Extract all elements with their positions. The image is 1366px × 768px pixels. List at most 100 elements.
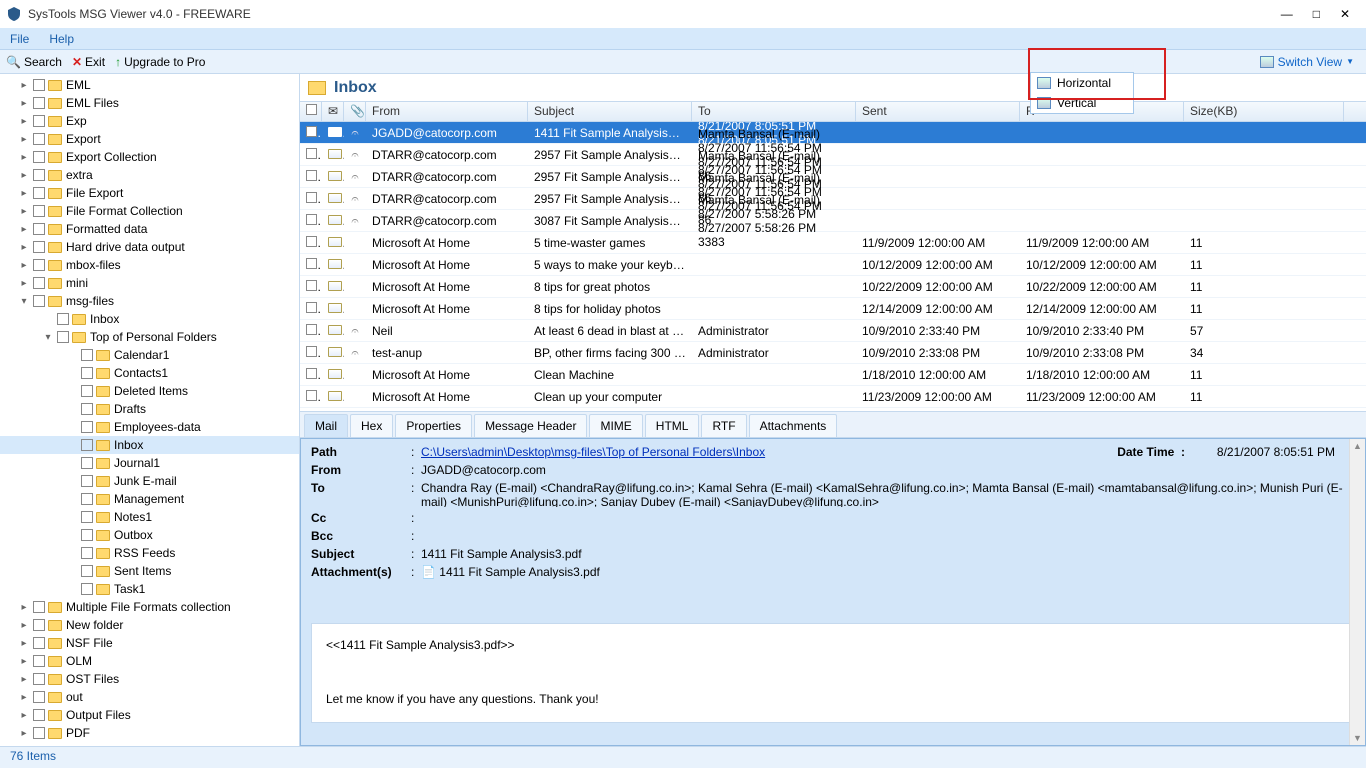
mail-row[interactable]: 𝄐DTARR@catocorp.com3087 Fit Sample Analy… — [300, 210, 1366, 232]
grid-body[interactable]: 𝄐JGADD@catocorp.com1411 Fit Sample Analy… — [300, 122, 1366, 412]
tree-item[interactable]: ▸Export — [0, 130, 299, 148]
tree-item[interactable]: Junk E-mail — [0, 472, 299, 490]
tree-checkbox[interactable] — [33, 655, 45, 667]
tree-item[interactable]: Deleted Items — [0, 382, 299, 400]
tree-item[interactable]: ▸EML — [0, 76, 299, 94]
mail-row[interactable]: Microsoft At HomeClean Machine1/18/2010 … — [300, 364, 1366, 386]
expand-icon[interactable]: ▸ — [18, 80, 30, 91]
expand-icon[interactable]: ▸ — [18, 116, 30, 127]
expand-icon[interactable]: ▸ — [18, 620, 30, 631]
mail-row[interactable]: Microsoft At Home5 ways to make your key… — [300, 254, 1366, 276]
tree-checkbox[interactable] — [33, 97, 45, 109]
scrollbar[interactable] — [1349, 439, 1365, 745]
tree-checkbox[interactable] — [81, 367, 93, 379]
tab-mime[interactable]: MIME — [589, 414, 642, 437]
expand-icon[interactable]: ▸ — [18, 602, 30, 613]
expand-icon[interactable]: ▸ — [18, 134, 30, 145]
tree-item[interactable]: Inbox — [0, 310, 299, 328]
row-checkbox[interactable] — [306, 126, 317, 137]
row-checkbox[interactable] — [306, 324, 317, 335]
expand-icon[interactable]: ▸ — [18, 224, 30, 235]
tab-message-header[interactable]: Message Header — [474, 414, 587, 437]
tree-item[interactable]: ▸Exp — [0, 112, 299, 130]
row-checkbox[interactable] — [306, 148, 317, 159]
tree-checkbox[interactable] — [81, 475, 93, 487]
tree-item[interactable]: ▾msg-files — [0, 292, 299, 310]
attach-value[interactable]: 📄 1411 Fit Sample Analysis3.pdf — [421, 565, 1355, 579]
row-checkbox[interactable] — [306, 346, 317, 357]
mail-row[interactable]: Microsoft At Home8 tips for holiday phot… — [300, 298, 1366, 320]
maximize-button[interactable]: □ — [1313, 7, 1320, 21]
tree-item[interactable]: ▸EML Files — [0, 94, 299, 112]
tree-checkbox[interactable] — [81, 529, 93, 541]
tree-item[interactable]: ▸OLM — [0, 652, 299, 670]
expand-icon[interactable]: ▸ — [18, 638, 30, 649]
tree-item[interactable]: Drafts — [0, 400, 299, 418]
tree-checkbox[interactable] — [81, 421, 93, 433]
tree-item[interactable]: ▸Formatted data — [0, 220, 299, 238]
expand-icon[interactable]: ▾ — [42, 332, 54, 343]
tree-item[interactable]: ▸File Format Collection — [0, 202, 299, 220]
tree-checkbox[interactable] — [33, 223, 45, 235]
expand-icon[interactable]: ▾ — [18, 296, 30, 307]
mail-row[interactable]: 𝄐test-anupBP, other firms facing 300 la.… — [300, 342, 1366, 364]
tree-item[interactable]: ▸Output Files — [0, 706, 299, 724]
tree-checkbox[interactable] — [33, 673, 45, 685]
tree-item[interactable]: Notes1 — [0, 508, 299, 526]
tree-item[interactable]: Management — [0, 490, 299, 508]
path-value[interactable]: C:\Users\admin\Desktop\msg-files\Top of … — [421, 445, 765, 459]
row-checkbox[interactable] — [306, 258, 317, 269]
tab-html[interactable]: HTML — [645, 414, 700, 437]
tree-item[interactable]: Calendar1 — [0, 346, 299, 364]
row-checkbox[interactable] — [306, 390, 317, 401]
col-subject[interactable]: Subject — [528, 102, 692, 121]
tree-checkbox[interactable] — [33, 133, 45, 145]
expand-icon[interactable]: ▸ — [18, 674, 30, 685]
tree-checkbox[interactable] — [33, 709, 45, 721]
tree-item[interactable]: ▸Export Collection — [0, 148, 299, 166]
menu-help[interactable]: Help — [49, 32, 74, 46]
tree-checkbox[interactable] — [57, 331, 69, 343]
tree-checkbox[interactable] — [33, 637, 45, 649]
col-to[interactable]: To — [692, 102, 856, 121]
tree-checkbox[interactable] — [81, 385, 93, 397]
tab-hex[interactable]: Hex — [350, 414, 393, 437]
tree-item[interactable]: Outbox — [0, 526, 299, 544]
expand-icon[interactable]: ▸ — [18, 152, 30, 163]
tree-checkbox[interactable] — [33, 151, 45, 163]
tree-checkbox[interactable] — [33, 115, 45, 127]
tree-checkbox[interactable] — [81, 457, 93, 469]
tab-properties[interactable]: Properties — [395, 414, 472, 437]
menu-file[interactable]: File — [10, 32, 29, 46]
tree-checkbox[interactable] — [33, 259, 45, 271]
expand-icon[interactable]: ▸ — [18, 242, 30, 253]
tree-checkbox[interactable] — [33, 727, 45, 739]
row-checkbox[interactable] — [306, 236, 317, 247]
tree-checkbox[interactable] — [33, 205, 45, 217]
tree-checkbox[interactable] — [81, 403, 93, 415]
tree-checkbox[interactable] — [33, 619, 45, 631]
tree-item[interactable]: Task1 — [0, 580, 299, 598]
tree-item[interactable]: ▸File Export — [0, 184, 299, 202]
mail-row[interactable]: Microsoft At Home8 tips for great photos… — [300, 276, 1366, 298]
tree-checkbox[interactable] — [33, 601, 45, 613]
tree-checkbox[interactable] — [33, 79, 45, 91]
tab-rtf[interactable]: RTF — [701, 414, 746, 437]
folder-tree[interactable]: ▸EML▸EML Files▸Exp▸Export▸Export Collect… — [0, 74, 300, 746]
row-checkbox[interactable] — [306, 214, 317, 225]
switch-vertical[interactable]: Vertical — [1031, 93, 1133, 113]
expand-icon[interactable]: ▸ — [18, 206, 30, 217]
col-sent[interactable]: Sent — [856, 102, 1020, 121]
expand-icon[interactable]: ▸ — [18, 656, 30, 667]
tree-checkbox[interactable] — [33, 187, 45, 199]
col-attachment-icon[interactable]: 📎 — [344, 102, 366, 121]
tree-item[interactable]: ▸mbox-files — [0, 256, 299, 274]
tree-checkbox[interactable] — [57, 313, 69, 325]
row-checkbox[interactable] — [306, 280, 317, 291]
expand-icon[interactable]: ▸ — [18, 188, 30, 199]
tree-item[interactable]: ▸NSF File — [0, 634, 299, 652]
col-from[interactable]: From — [366, 102, 528, 121]
tree-item[interactable]: ▸Hard drive data output — [0, 238, 299, 256]
tree-item[interactable]: ▸Multiple File Formats collection — [0, 598, 299, 616]
tree-checkbox[interactable] — [33, 295, 45, 307]
